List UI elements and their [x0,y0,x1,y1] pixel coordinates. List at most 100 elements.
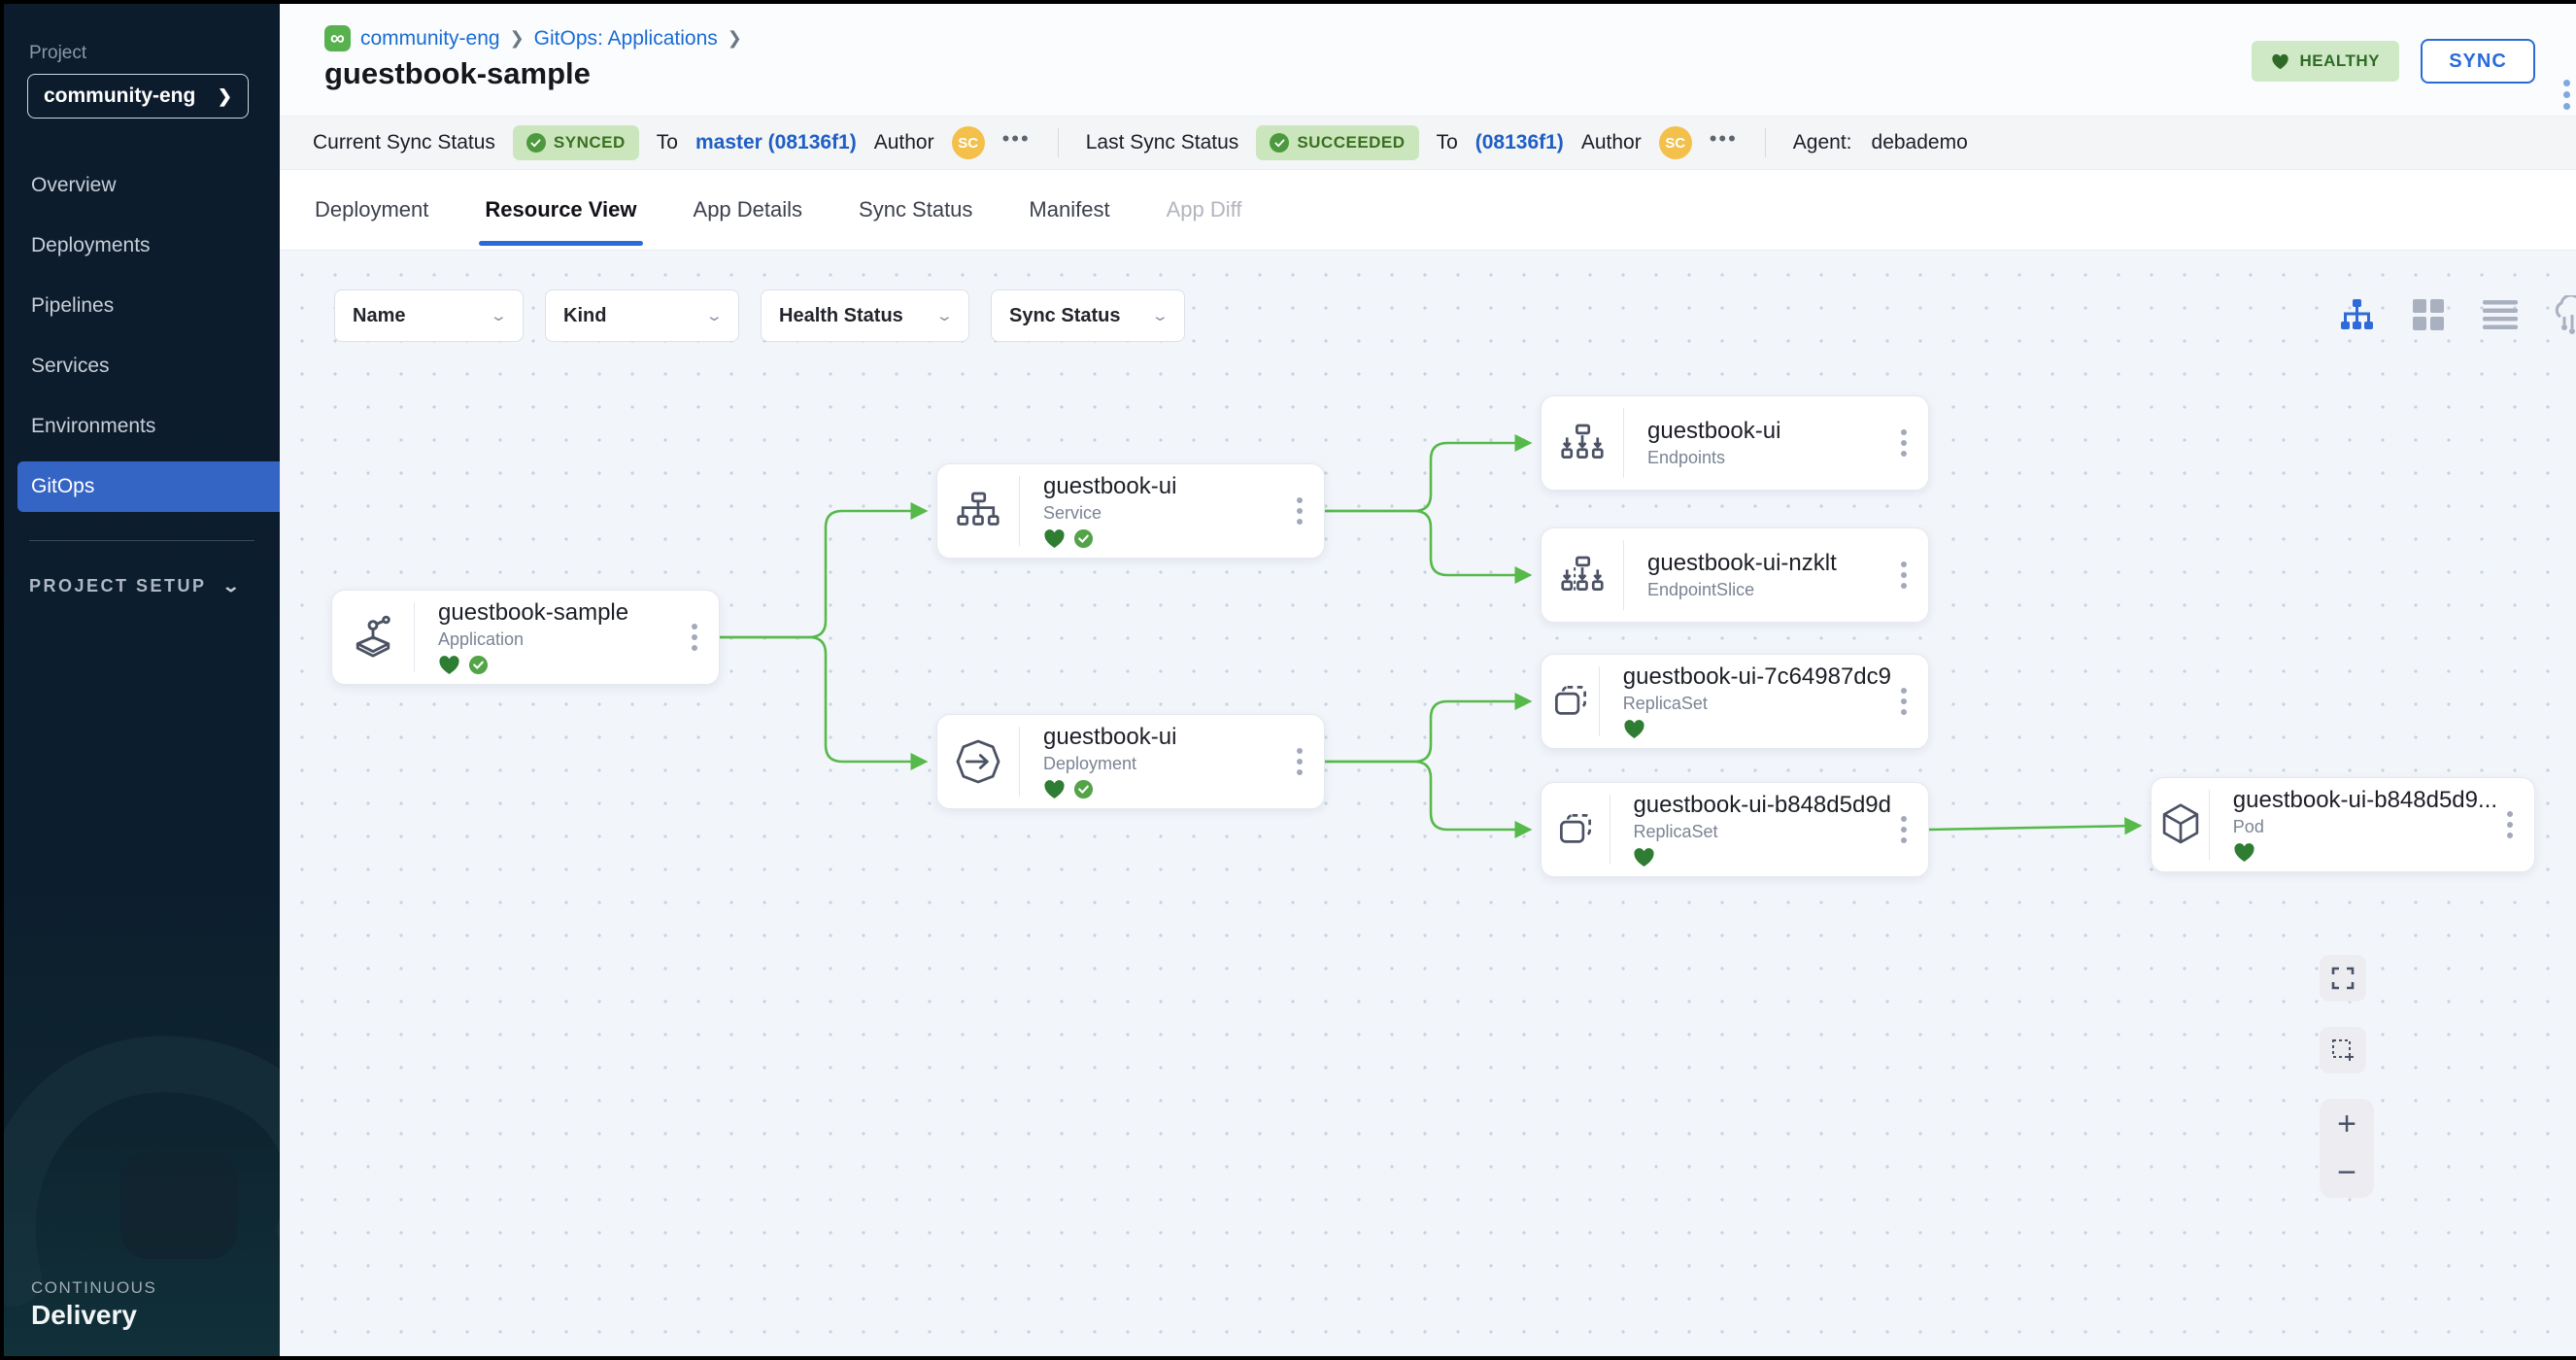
tab-manifest[interactable]: Manifest [1029,170,1109,250]
brand-module-label: CONTINUOUS [31,1278,156,1298]
sidebar-item-gitops[interactable]: GitOps [17,461,280,512]
sidebar-item-environments[interactable]: Environments [4,401,280,452]
service-icon [937,485,1019,537]
graph-node-endpointslice[interactable]: guestbook-ui-nzklt EndpointSlice [1541,527,1929,623]
marquee-select-button[interactable] [2320,1027,2366,1073]
node-title: guestbook-sample [438,599,682,627]
tab-app-diff[interactable]: App Diff [1167,170,1242,250]
cluster-view-button[interactable] [2551,293,2576,336]
breadcrumb-separator: ❯ [510,28,525,49]
graph-node-replicaset-b848d5d9d[interactable]: guestbook-ui-b848d5d9d ReplicaSet [1541,782,1929,877]
tab-resource-view[interactable]: Resource View [485,170,636,250]
project-setup-label: PROJECT SETUP [29,576,207,596]
check-circle-icon [1270,133,1289,153]
divider [1058,128,1059,157]
project-setup-toggle[interactable]: PROJECT SETUP ⌄ [29,576,240,596]
node-kind: Service [1043,503,1287,524]
health-status-badge: HEALTHY [2252,41,2399,82]
to-label: To [1437,131,1458,154]
zoom-out-button[interactable]: − [2337,1161,2356,1184]
node-status-badges [1043,528,1287,550]
breadcrumb-project-link[interactable]: community-eng [360,27,500,51]
node-status-badges [1633,847,1891,868]
sync-status-filter-dropdown[interactable]: Sync Status⌄ [991,289,1185,342]
synced-check-icon [1073,528,1094,549]
node-menu-button[interactable] [1891,420,1928,466]
breadcrumb-applications-link[interactable]: GitOps: Applications [534,27,718,51]
view-toggle-group [2335,293,2576,336]
node-status-badges [2233,842,2497,864]
node-menu-button[interactable] [1287,488,1324,534]
author-avatar[interactable]: SC [952,126,985,159]
node-kind: ReplicaSet [1633,822,1891,842]
brand-logo: CONTINUOUS Delivery [31,1278,156,1331]
deployment-icon [937,734,1019,789]
node-menu-button[interactable] [682,614,719,661]
node-status-badges [438,655,682,676]
health-badge-label: HEALTHY [2299,51,2380,71]
node-menu-button[interactable] [1287,738,1324,785]
sidebar-item-pipelines[interactable]: Pipelines [4,281,280,331]
tab-app-details[interactable]: App Details [694,170,803,250]
node-status-badges [1043,779,1287,800]
node-title: guestbook-ui-nzklt [1647,550,1891,577]
last-commit-link[interactable]: (08136f1) [1475,131,1564,154]
synced-check-icon [1073,779,1094,799]
chevron-down-icon: ⌄ [935,307,954,324]
synced-check-icon [468,655,489,675]
sync-status-bar: Current Sync Status SYNCED To master (08… [280,116,2576,170]
name-filter-dropdown[interactable]: Name⌄ [334,289,524,342]
sidebar-item-services[interactable]: Services [4,341,280,391]
more-options-button[interactable]: ••• [1002,134,1031,152]
current-sync-status-label: Current Sync Status [313,131,495,154]
author-label: Author [1581,131,1642,154]
graph-node-replicaset-7c64987dc9[interactable]: guestbook-ui-7c64987dc9 ReplicaSet [1541,654,1929,749]
header-more-menu-button[interactable] [2563,80,2570,110]
more-options-button[interactable]: ••• [1710,134,1738,152]
graph-node-endpoints[interactable]: guestbook-ui Endpoints [1541,395,1929,491]
tab-deployment[interactable]: Deployment [315,170,428,250]
node-menu-button[interactable] [2497,801,2534,848]
tab-sync-status[interactable]: Sync Status [859,170,972,250]
zoom-in-button[interactable]: + [2337,1112,2356,1136]
list-view-button[interactable] [2479,293,2522,336]
fit-to-screen-button[interactable] [2320,955,2366,1002]
healthy-heart-icon [1043,779,1066,799]
node-menu-button[interactable] [1891,552,1928,598]
node-title: guestbook-ui-b848d5d9... [2233,787,2497,814]
replicaset-icon [1542,675,1599,728]
node-menu-button[interactable] [1891,806,1928,853]
zoom-control: + − [2320,1099,2374,1198]
last-sync-status-label: Last Sync Status [1086,131,1239,154]
node-kind: Pod [2233,817,2497,837]
agent-value: debademo [1872,131,1968,154]
healthy-heart-icon [1633,847,1655,867]
sync-button[interactable]: SYNC [2421,39,2535,84]
tree-view-button[interactable] [2335,293,2378,336]
check-circle-icon [526,133,546,153]
sidebar: Project community-eng ❯ Overview Deploym… [4,4,280,1356]
resource-graph-canvas[interactable]: Name⌄ Kind⌄ Health Status⌄ Sync Status⌄ [280,250,2576,1356]
grid-view-button[interactable] [2407,293,2450,336]
synced-badge: SYNCED [513,125,639,160]
graph-node-application[interactable]: guestbook-sample Application [331,590,720,685]
graph-node-service[interactable]: guestbook-ui Service [936,463,1325,559]
header-actions: HEALTHY SYNC [2252,39,2535,84]
graph-node-deployment[interactable]: guestbook-ui Deployment [936,714,1325,809]
succeeded-badge: SUCCEEDED [1256,125,1418,160]
node-menu-button[interactable] [1891,678,1928,725]
node-title: guestbook-ui [1647,418,1891,445]
sidebar-item-deployments[interactable]: Deployments [4,221,280,271]
current-commit-link[interactable]: master (08136f1) [695,131,857,154]
chevron-right-icon: ❯ [218,86,232,107]
author-avatar[interactable]: SC [1659,126,1692,159]
node-kind: Application [438,629,682,650]
sidebar-item-overview[interactable]: Overview [4,160,280,211]
graph-node-pod[interactable]: guestbook-ui-b848d5d9... Pod [2151,777,2535,872]
project-selector[interactable]: community-eng ❯ [27,74,249,119]
sidebar-nav: Overview Deployments Pipelines Services … [4,155,280,517]
health-status-filter-dropdown[interactable]: Health Status⌄ [761,289,969,342]
node-title: guestbook-ui-7c64987dc9 [1623,663,1891,691]
kind-filter-dropdown[interactable]: Kind⌄ [545,289,739,342]
canvas-controls: + − [2320,955,2378,1198]
